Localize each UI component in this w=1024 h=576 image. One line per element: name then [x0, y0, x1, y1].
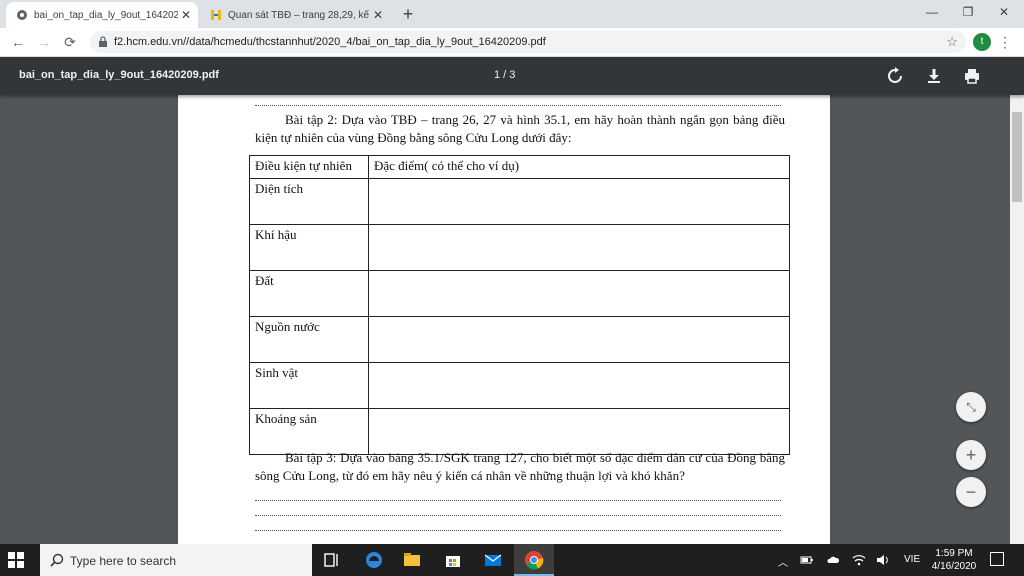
- rotate-icon[interactable]: [886, 67, 904, 85]
- url-input[interactable]: [114, 33, 934, 51]
- close-tab-icon[interactable]: ✕: [178, 8, 194, 22]
- table-row: Nguồn nước: [249, 316, 790, 363]
- chrome-icon: [525, 551, 544, 570]
- row-label: Diện tích: [249, 178, 369, 225]
- lock-icon[interactable]: [98, 36, 108, 48]
- answer-dotted-line: [255, 500, 781, 501]
- bookmark-star-icon[interactable]: ☆: [946, 34, 958, 50]
- action-center-icon[interactable]: [990, 552, 1004, 566]
- back-arrow-icon[interactable]: ←: [8, 32, 28, 52]
- chrome-taskbar-button[interactable]: [514, 544, 554, 576]
- clock-date: 4/16/2020: [931, 561, 977, 572]
- hoc24-logo-icon: [211, 10, 221, 20]
- row-value: [368, 408, 790, 455]
- new-tab-button[interactable]: +: [398, 4, 418, 25]
- fit-page-icon[interactable]: ⤡: [956, 392, 986, 422]
- clock-time: 1:59 PM: [935, 548, 973, 559]
- vertical-scrollbar[interactable]: [1010, 57, 1024, 544]
- row-label: Khoáng sản: [249, 408, 369, 455]
- forward-arrow-icon[interactable]: →: [34, 32, 54, 52]
- store-icon[interactable]: [443, 550, 463, 570]
- search-placeholder: Type here to search: [70, 554, 177, 568]
- natural-conditions-table: Điều kiện tự nhiên Đặc điểm( có thể cho …: [249, 155, 790, 455]
- zoom-out-button[interactable]: −: [956, 477, 986, 507]
- volume-icon[interactable]: [876, 553, 890, 567]
- exercise-2-text: Bài tập 2: Dựa vào TBĐ – trang 26, 27 và…: [255, 112, 785, 145]
- mail-icon[interactable]: [483, 550, 503, 570]
- tab-title: bai_on_tap_dia_ly_9out_16420209.pdf: [34, 9, 178, 21]
- onedrive-cloud-icon[interactable]: [826, 553, 840, 567]
- scrollbar-thumb[interactable]: [1012, 112, 1022, 202]
- chrome-menu-icon[interactable]: ⋮: [998, 32, 1012, 52]
- page-indicator: 1 / 3: [494, 69, 516, 81]
- row-label: Nguồn nước: [249, 316, 369, 363]
- wifi-icon[interactable]: [852, 553, 866, 567]
- table-row: Sinh vật: [249, 362, 790, 409]
- minimize-button[interactable]: —: [912, 2, 952, 22]
- search-icon: [50, 553, 64, 567]
- table-header: Điều kiện tự nhiên: [249, 155, 369, 179]
- windows-start-icon[interactable]: [8, 552, 24, 568]
- tab-title: Quan sát TBĐ – trang 28,29, kể tên: [228, 9, 370, 21]
- pdf-viewport[interactable]: Bài tập 2: Dựa vào TBĐ – trang 26, 27 và…: [0, 95, 1010, 544]
- print-icon[interactable]: [963, 67, 981, 85]
- row-label: Khí hậu: [249, 224, 369, 271]
- table-row: Khoáng sản: [249, 408, 790, 455]
- edge-browser-icon[interactable]: [364, 550, 384, 570]
- row-label: Đất: [249, 270, 369, 317]
- pdf-filename: bai_on_tap_dia_ly_9out_16420209.pdf: [19, 69, 219, 81]
- reload-icon[interactable]: ⟳: [60, 32, 80, 52]
- table-row: Diện tích: [249, 178, 790, 225]
- tab-strip: bai_on_tap_dia_ly_9out_16420209.pdf ✕ Qu…: [0, 0, 1024, 28]
- address-bar[interactable]: ☆: [90, 31, 966, 53]
- language-indicator[interactable]: VIE: [904, 554, 920, 565]
- file-explorer-icon[interactable]: [402, 550, 422, 570]
- taskbar-clock[interactable]: 1:59 PM 4/16/2020: [926, 547, 982, 573]
- row-value: [368, 362, 790, 409]
- tab-pdf[interactable]: bai_on_tap_dia_ly_9out_16420209.pdf ✕: [6, 2, 198, 28]
- row-value: [368, 316, 790, 363]
- pdf-toolbar: bai_on_tap_dia_ly_9out_16420209.pdf 1 / …: [0, 57, 1024, 95]
- show-hidden-icons-icon[interactable]: ︿: [778, 554, 788, 569]
- row-label: Sinh vật: [249, 362, 369, 409]
- taskbar-search-box[interactable]: Type here to search: [40, 544, 312, 576]
- exercise-3-text: Bài tập 3: Dựa vào bảng 35.1/SGK trang 1…: [255, 450, 785, 483]
- table-header: Đặc điểm( có thể cho ví dụ): [368, 155, 790, 179]
- answer-dotted-line: [255, 105, 781, 106]
- battery-icon[interactable]: [800, 553, 814, 567]
- row-value: [368, 270, 790, 317]
- task-view-icon[interactable]: [322, 550, 342, 570]
- zoom-in-button[interactable]: +: [956, 440, 986, 470]
- close-window-button[interactable]: ✕: [984, 2, 1024, 22]
- row-value: [368, 224, 790, 271]
- profile-avatar[interactable]: t: [973, 33, 991, 51]
- download-icon[interactable]: [925, 67, 943, 85]
- restore-button[interactable]: ❐: [948, 2, 988, 22]
- table-header-row: Điều kiện tự nhiên Đặc điểm( có thể cho …: [249, 155, 790, 179]
- browser-toolbar: ← → ⟳ ☆ t ⋮: [0, 28, 1024, 57]
- table-row: Khí hậu: [249, 224, 790, 271]
- answer-dotted-line: [255, 515, 781, 516]
- tab-quan-sat[interactable]: Quan sát TBĐ – trang 28,29, kể tên ✕: [200, 2, 390, 28]
- table-row: Đất: [249, 270, 790, 317]
- chrome-globe-icon: [17, 10, 27, 20]
- taskbar: Type here to search ︿ VIE 1:59 PM 4/16/2…: [0, 544, 1024, 576]
- pdf-page: Bài tập 2: Dựa vào TBĐ – trang 26, 27 và…: [178, 95, 830, 544]
- answer-dotted-line: [255, 530, 781, 531]
- row-value: [368, 178, 790, 225]
- close-tab-icon[interactable]: ✕: [370, 8, 386, 22]
